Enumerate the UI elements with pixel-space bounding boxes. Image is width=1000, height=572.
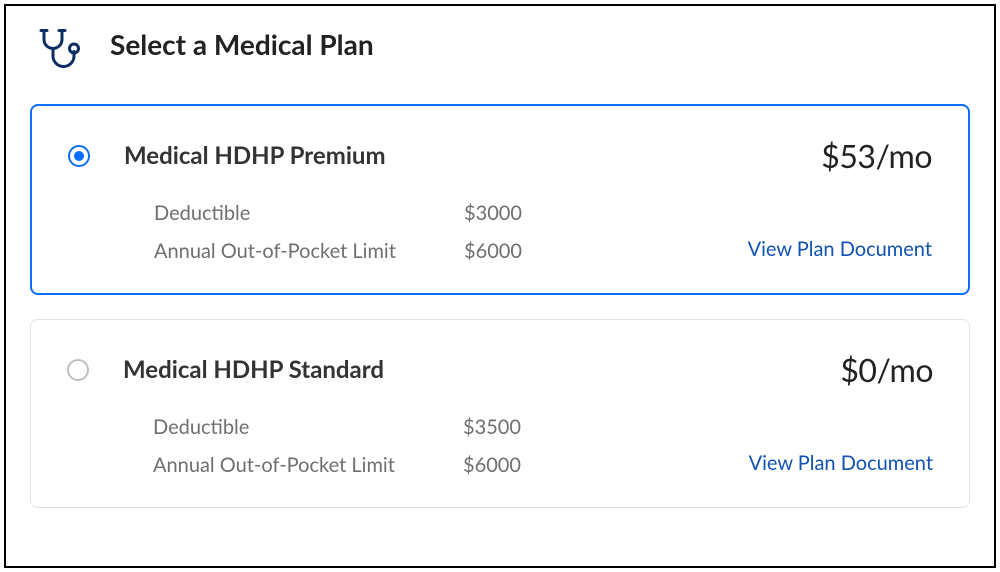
view-plan-document-link[interactable]: View Plan Document: [749, 451, 933, 477]
plan-price: $0/mo: [840, 350, 933, 389]
detail-value: $6000: [464, 239, 522, 263]
detail-label: Deductible: [153, 415, 453, 439]
detail-value: $3000: [464, 201, 522, 225]
plan-details: Deductible $3500 Annual Out-of-Pocket Li…: [153, 415, 521, 477]
detail-label: Annual Out-of-Pocket Limit: [153, 453, 453, 477]
plan-details: Deductible $3000 Annual Out-of-Pocket Li…: [154, 201, 522, 263]
detail-label: Annual Out-of-Pocket Limit: [154, 239, 454, 263]
plan-radio[interactable]: [67, 359, 89, 381]
detail-value: $6000: [463, 453, 521, 477]
detail-label: Deductible: [154, 201, 454, 225]
page-header: Select a Medical Plan: [30, 26, 970, 78]
page-title: Select a Medical Plan: [110, 26, 374, 62]
plan-price: $53/mo: [821, 136, 932, 175]
plan-card[interactable]: Medical HDHP Standard $0/mo Deductible $…: [30, 319, 970, 508]
view-plan-document-link[interactable]: View Plan Document: [748, 237, 932, 263]
plan-name: Medical HDHP Premium: [124, 141, 386, 170]
stethoscope-icon: [30, 26, 82, 78]
plan-radio[interactable]: [68, 145, 90, 167]
plan-name: Medical HDHP Standard: [123, 355, 384, 384]
detail-value: $3500: [463, 415, 521, 439]
plan-card[interactable]: Medical HDHP Premium $53/mo Deductible $…: [30, 104, 970, 295]
